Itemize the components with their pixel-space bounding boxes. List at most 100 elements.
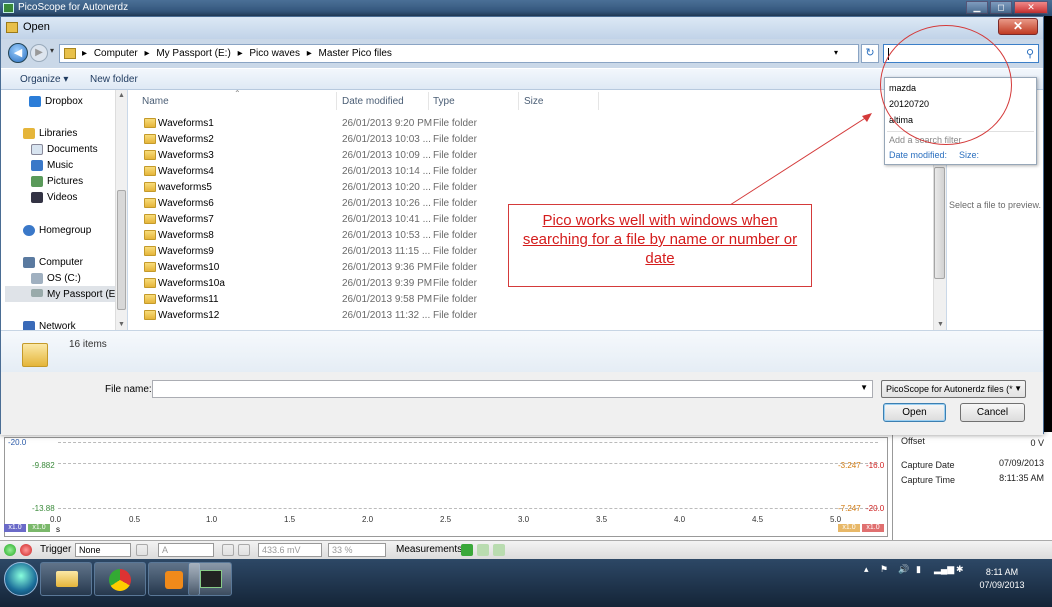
taskbar-chrome[interactable]	[94, 562, 146, 596]
file-date: 26/01/2013 9:58 PM	[342, 294, 433, 305]
column-separator[interactable]	[336, 92, 337, 110]
organize-button[interactable]: Organize ▾	[20, 74, 68, 85]
trigger-channel-select[interactable]: A	[158, 543, 214, 557]
rising-edge-icon[interactable]	[222, 544, 234, 556]
column-separator[interactable]	[518, 92, 519, 110]
refresh-button[interactable]: ↻	[861, 44, 879, 63]
nav-item-pictures[interactable]: Pictures	[47, 176, 83, 187]
nav-item-computer[interactable]: Computer	[39, 257, 83, 268]
channel-scale-chip[interactable]: x1.0	[838, 524, 860, 532]
taskbar-clock[interactable]: 8:11 AM 07/09/2013	[972, 566, 1032, 592]
folder-icon	[144, 166, 156, 176]
crumb-separator[interactable]: ▸	[145, 48, 150, 59]
dialog-close-button[interactable]: ✕	[998, 18, 1038, 35]
network-signal-icon[interactable]: ▂▄▆	[934, 564, 954, 575]
crumb-computer[interactable]: Computer	[94, 48, 138, 59]
file-row[interactable]: Waveforms3 26/01/2013 10:09 ... File folde…	[140, 147, 477, 163]
file-row[interactable]: waveforms5 26/01/2013 10:20 ... File folde…	[140, 179, 477, 195]
maximize-button[interactable]: ◻	[990, 1, 1012, 14]
file-row[interactable]: Waveforms4 26/01/2013 10:14 ... File folde…	[140, 163, 477, 179]
channel-scale-chip[interactable]: x1.0	[862, 524, 884, 532]
nav-item-videos[interactable]: Videos	[47, 192, 77, 203]
nav-item-os-c[interactable]: OS (C:)	[47, 273, 81, 284]
file-row[interactable]: Waveforms1 26/01/2013 9:20 PM File folder	[140, 115, 477, 131]
channel-scale-chip[interactable]: x1.0	[28, 524, 50, 532]
filter-date-modified[interactable]: Date modified:	[889, 150, 947, 160]
dropbox-icon	[29, 96, 41, 107]
file-row[interactable]: Waveforms9 26/01/2013 11:15 ... File folde…	[140, 243, 477, 259]
nav-scrollbar[interactable]: ▲ ▼	[115, 90, 127, 330]
falling-edge-icon[interactable]	[238, 544, 250, 556]
column-separator[interactable]	[598, 92, 599, 110]
clock-date: 07/09/2013	[979, 580, 1025, 590]
cancel-button[interactable]: Cancel	[960, 403, 1025, 422]
file-row[interactable]: Waveforms10a 26/01/2013 9:39 PM File folde…	[140, 275, 477, 291]
threshold-input[interactable]: 433.6 mV	[258, 543, 322, 557]
show-hidden-icons-icon[interactable]: ▴	[864, 564, 869, 575]
file-row[interactable]: Waveforms8 26/01/2013 10:53 ... File folde…	[140, 227, 477, 243]
navigation-pane: Dropbox Libraries Documents Music Pictur…	[1, 90, 127, 330]
file-type-value: PicoScope for Autonerdz files (*	[886, 384, 1013, 394]
file-date: 26/01/2013 10:41 ...	[342, 214, 431, 225]
stop-icon[interactable]	[20, 544, 32, 556]
taskbar-picoscope[interactable]	[188, 562, 232, 596]
crumb-my-passport[interactable]: My Passport (E:)	[156, 48, 230, 59]
recent-locations-dropdown[interactable]: ▾	[50, 46, 54, 55]
file-list-scroll-thumb[interactable]	[934, 167, 945, 279]
crumb-pico-waves[interactable]: Pico waves	[249, 48, 300, 59]
pre-trigger-input[interactable]: 33 %	[328, 543, 386, 557]
edit-measurement-icon[interactable]	[477, 544, 489, 556]
crumb-separator[interactable]: ▸	[307, 48, 312, 59]
file-row[interactable]: Waveforms7 26/01/2013 10:41 ... File folde…	[140, 211, 477, 227]
taskbar-explorer[interactable]	[40, 562, 92, 596]
forward-button[interactable]: ▶	[30, 44, 48, 62]
file-name-input[interactable]: ▼	[152, 380, 873, 398]
volume-icon[interactable]: 🔊	[898, 564, 909, 575]
action-center-icon[interactable]: ⚑	[880, 564, 888, 575]
scroll-down-icon[interactable]: ▼	[118, 321, 125, 328]
chevron-down-icon[interactable]: ▼	[860, 383, 868, 392]
nav-item-music[interactable]: Music	[47, 160, 73, 171]
power-icon[interactable]: ▮	[916, 564, 921, 575]
column-separator[interactable]	[428, 92, 429, 110]
crumb-separator[interactable]: ▸	[238, 48, 243, 59]
bluetooth-icon[interactable]: ✱	[956, 564, 964, 575]
file-row[interactable]: Waveforms2 26/01/2013 10:03 ... File folde…	[140, 131, 477, 147]
address-dropdown-icon[interactable]: ▾	[834, 48, 838, 57]
minimize-button[interactable]: ▁	[966, 1, 988, 14]
nav-item-homegroup[interactable]: Homegroup	[39, 225, 91, 236]
file-type-select[interactable]: PicoScope for Autonerdz files (* ▼	[881, 380, 1026, 398]
nav-item-network[interactable]: Network	[39, 321, 76, 330]
address-bar[interactable]: ▸ Computer ▸ My Passport (E:) ▸ Pico wav…	[59, 44, 859, 63]
nav-item-my-passport[interactable]: My Passport (E:)	[47, 289, 121, 300]
scroll-up-icon[interactable]: ▲	[118, 92, 125, 99]
nav-item-libraries[interactable]: Libraries	[39, 128, 77, 139]
scroll-down-icon[interactable]: ▼	[937, 321, 944, 328]
column-header-name[interactable]: Name	[142, 96, 169, 107]
new-folder-button[interactable]: New folder	[90, 74, 138, 85]
open-button[interactable]: Open	[883, 403, 946, 422]
nav-item-dropbox[interactable]: Dropbox	[45, 96, 83, 107]
file-row[interactable]: Waveforms11 26/01/2013 9:58 PM File folder	[140, 291, 477, 307]
crumb-master-pico-files[interactable]: Master Pico files	[319, 48, 392, 59]
crumb-separator[interactable]: ▸	[82, 48, 87, 59]
trigger-type-icon[interactable]	[136, 544, 148, 556]
column-header-type[interactable]: Type	[433, 96, 455, 107]
file-row[interactable]: Waveforms10 26/01/2013 9:36 PM File folder	[140, 259, 477, 275]
search-icon[interactable]: ⚲	[1026, 47, 1034, 60]
app-close-button[interactable]: ✕	[1014, 1, 1048, 14]
filter-size[interactable]: Size:	[959, 150, 979, 160]
file-row[interactable]: Waveforms6 26/01/2013 10:26 ... File folde…	[140, 195, 477, 211]
column-header-size[interactable]: Size	[524, 96, 543, 107]
column-header-date[interactable]: Date modified	[342, 96, 404, 107]
delete-measurement-icon[interactable]	[493, 544, 505, 556]
back-button[interactable]: ◀	[8, 43, 28, 63]
file-row[interactable]: Waveforms12 26/01/2013 11:32 ... File fold…	[140, 307, 477, 323]
start-button[interactable]	[4, 562, 38, 596]
nav-item-documents[interactable]: Documents	[47, 144, 98, 155]
run-icon[interactable]	[4, 544, 16, 556]
trigger-mode-select[interactable]: None	[75, 543, 131, 557]
nav-scroll-thumb[interactable]	[117, 190, 126, 310]
add-measurement-icon[interactable]	[461, 544, 473, 556]
channel-scale-chip[interactable]: x1.0	[4, 524, 26, 532]
